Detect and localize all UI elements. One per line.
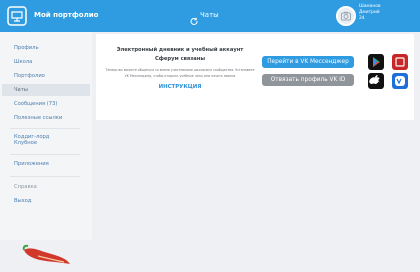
avatar[interactable] (336, 6, 356, 26)
panel-title: Электронный дневник и учебный аккаунт Сф… (116, 47, 244, 62)
sidebar-item-logout[interactable]: Выход (2, 195, 90, 207)
user-line-3: 24 (359, 16, 365, 21)
vk-messenger-icon[interactable] (392, 73, 408, 89)
sidebar-divider (10, 128, 80, 129)
portfolio-logo-icon[interactable] (7, 6, 27, 26)
sidebar-item-messages[interactable]: Сообщения (73) (2, 98, 90, 110)
user-name[interactable]: Шаманов Дмитрий 24 (359, 4, 417, 22)
sidebar-item-portfolio[interactable]: Портфолио (2, 70, 90, 82)
page-title: Чаты (200, 11, 219, 19)
sidebar-divider (10, 176, 80, 177)
sidebar-item-apps[interactable]: Приложения (2, 158, 90, 170)
apple-icon[interactable] (368, 73, 384, 89)
sidebar-item-school[interactable]: Школа (2, 56, 90, 68)
panel-description: Теперь вы можете общаться со всеми участ… (105, 68, 255, 78)
rustore-icon[interactable] (392, 54, 408, 70)
brand-title[interactable]: Мой портфолио (34, 11, 98, 19)
sidebar-item-help[interactable]: Справка (2, 181, 90, 193)
sidebar-item-useful-links[interactable]: Полезные ссылки (2, 112, 90, 124)
camera-icon (341, 11, 351, 21)
instruction-link[interactable]: ИНСТРУКЦИЯ (104, 84, 256, 90)
open-vk-messenger-button[interactable]: Перейти в VK Мессенджер (262, 56, 354, 68)
sidebar-item-chats[interactable]: Чаты (2, 84, 90, 96)
sferum-panel: Электронный дневник и учебный аккаунт Сф… (96, 34, 414, 120)
sidebar-item-club[interactable]: Коддиг-лорд Клубное (2, 134, 62, 148)
sidebar-divider (10, 154, 80, 155)
unlink-vk-id-button[interactable]: Отвязать профиль VK ID (262, 74, 354, 86)
sidebar-item-profile[interactable]: Профиль (2, 42, 90, 54)
google-play-icon[interactable] (368, 54, 384, 70)
chat-refresh-icon (190, 10, 198, 25)
pepper-logo (20, 244, 72, 268)
sidebar: Профиль Школа Портфолио Чаты Сообщения (… (0, 32, 92, 264)
top-bar: Мой портфолио Чаты Шаманов Дмитрий 24 (0, 0, 420, 32)
